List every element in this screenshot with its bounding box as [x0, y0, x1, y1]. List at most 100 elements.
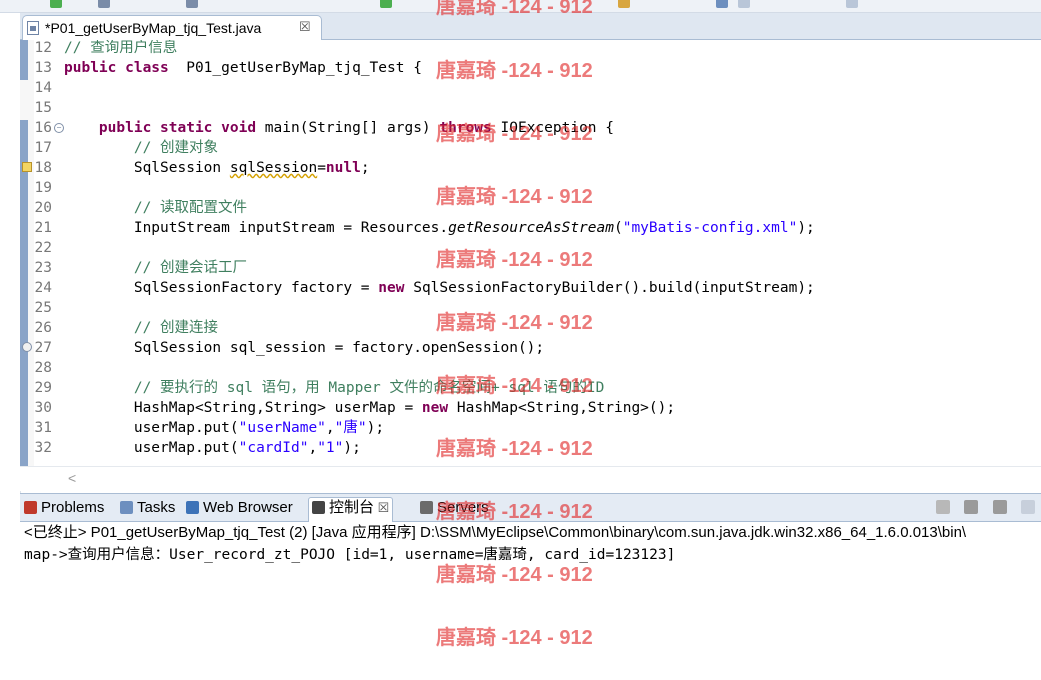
code-line[interactable]: 19: [20, 178, 1041, 198]
code-line[interactable]: 18 SqlSession sqlSession=null;: [20, 158, 1041, 178]
code-line[interactable]: 13 public class P01_getUserByMap_tjq_Test…: [20, 58, 1041, 78]
code-line[interactable]: 25: [20, 298, 1041, 318]
line-number: 32: [34, 440, 52, 456]
code-text: HashMap<String,String> userMap = new Has…: [64, 400, 676, 416]
line-number: 14: [34, 80, 52, 96]
code-line[interactable]: 17 // 创建对象: [20, 138, 1041, 158]
close-tab-icon[interactable]: ☒: [299, 16, 311, 38]
code-line[interactable]: 16− public static void main(String[] arg…: [20, 118, 1041, 138]
left-trim: [0, 40, 21, 500]
servers-icon: [420, 501, 433, 514]
java-file-icon: [27, 21, 39, 35]
code-line[interactable]: 30 HashMap<String,String> userMap = new …: [20, 398, 1041, 418]
toolbar-debug-icon[interactable]: [98, 0, 110, 8]
line-number: 30: [34, 400, 52, 416]
clear-console-icon[interactable]: [1021, 499, 1035, 514]
line-number: 24: [34, 280, 52, 296]
toolbar-back-icon[interactable]: [846, 0, 858, 8]
code-line[interactable]: 20 // 读取配置文件: [20, 198, 1041, 218]
close-console-tab-icon[interactable]: ☒: [374, 500, 390, 515]
console-output: map->查询用户信息：User_record_zt_POJO [id=1, u…: [24, 547, 676, 563]
code-editor[interactable]: 12 // 查询用户信息 13 public class P01_getUserByM…: [20, 40, 1041, 466]
code-text: userMap.put("userName","唐");: [64, 420, 385, 436]
code-line[interactable]: 12 // 查询用户信息: [20, 40, 1041, 58]
editor-tab-bar: *P01_getUserByMap_tjq_Test.java ☒: [20, 13, 1041, 40]
code-text: // 创建对象: [133, 140, 219, 156]
panel-tab-label: Problems: [41, 499, 105, 516]
line-number: 17: [34, 140, 52, 156]
editor-horizontal-scrollbar[interactable]: <: [20, 466, 1041, 491]
code-text: // 查询用户信息: [64, 40, 178, 56]
panel-tab-label: Servers: [437, 499, 489, 516]
tasks-icon: [120, 501, 133, 514]
code-text: userMap.put("cardId","1");: [64, 440, 361, 456]
line-number: 18: [34, 160, 52, 176]
editor-tab[interactable]: *P01_getUserByMap_tjq_Test.java ☒: [22, 15, 322, 40]
code-text: InputStream inputStream = Resources.getR…: [64, 220, 815, 236]
console-icon: [312, 501, 325, 514]
code-line[interactable]: 29 // 要执行的 sql 语句，用 Mapper 文件的命名空间+ sql …: [20, 378, 1041, 398]
toolbar-run-icon[interactable]: [50, 0, 62, 8]
console-process-title: <已终止> P01_getUserByMap_tjq_Test (2) [Jav…: [24, 524, 967, 541]
editor-tab-title: *P01_getUserByMap_tjq_Test.java: [45, 20, 262, 36]
panel-tab-tasks[interactable]: Tasks: [120, 498, 175, 518]
code-line[interactable]: 24 SqlSessionFactory factory = new SqlSe…: [20, 278, 1041, 298]
line-number: 31: [34, 420, 52, 436]
fold-toggle-icon[interactable]: −: [54, 123, 64, 133]
panel-tab-problems[interactable]: Problems: [24, 498, 104, 518]
panel-tab-label: Tasks: [137, 499, 176, 516]
toolbar-open-icon[interactable]: [618, 0, 630, 8]
toolbar-refresh-icon[interactable]: [380, 0, 392, 8]
panel-tab-servers[interactable]: Servers: [420, 498, 489, 518]
toolbar-perspective-icon[interactable]: [716, 0, 728, 8]
code-line[interactable]: 32 userMap.put("cardId","1");: [20, 438, 1041, 458]
code-text: public class P01_getUserByMap_tjq_Test {: [64, 60, 422, 76]
panel-tab-控制台[interactable]: 控制台 ☒: [308, 497, 394, 522]
toolbar-search-icon[interactable]: [186, 0, 198, 8]
bottom-left-trim: [0, 500, 20, 679]
line-number: 19: [34, 180, 52, 196]
line-number: 28: [34, 360, 52, 376]
panel-tab-bar: Problems Tasks Web Browser 控制台 ☒ Servers: [20, 494, 1041, 522]
code-text: // 创建会话工厂: [133, 260, 248, 276]
console-panel: Problems Tasks Web Browser 控制台 ☒ Servers <已终…: [20, 493, 1041, 680]
panel-tab-web-browser[interactable]: Web Browser: [186, 498, 293, 518]
code-text: public static void main(String[] args) t…: [98, 120, 614, 136]
line-number: 21: [34, 220, 52, 236]
problems-icon: [24, 501, 37, 514]
code-line[interactable]: 23 // 创建会话工厂: [20, 258, 1041, 278]
code-text: // 创建连接: [133, 320, 219, 336]
code-line[interactable]: 14: [20, 78, 1041, 98]
line-number: 15: [34, 100, 52, 116]
remove-all-icon[interactable]: [992, 499, 1007, 514]
line-number: 27: [34, 340, 52, 356]
console-toolbar: [926, 498, 1035, 518]
code-line[interactable]: 21 InputStream inputStream = Resources.g…: [20, 218, 1041, 238]
code-line[interactable]: 26 // 创建连接: [20, 318, 1041, 338]
terminate-icon[interactable]: [935, 499, 950, 514]
code-text: SqlSession sql_session = factory.openSes…: [64, 340, 545, 356]
panel-tab-label: Web Browser: [203, 499, 293, 516]
line-number: 25: [34, 300, 52, 316]
code-line[interactable]: 22: [20, 238, 1041, 258]
line-number: 22: [34, 240, 52, 256]
code-text: SqlSession sqlSession=null;: [64, 160, 370, 176]
main-toolbar: [0, 0, 1041, 13]
line-number: 23: [34, 260, 52, 276]
code-line[interactable]: 28: [20, 358, 1041, 378]
line-number: 12: [34, 40, 52, 56]
line-number: 29: [34, 380, 52, 396]
remove-launch-icon[interactable]: [964, 499, 979, 514]
code-text: SqlSessionFactory factory = new SqlSessi…: [64, 280, 815, 296]
line-number: 13: [34, 60, 52, 76]
line-number: 26: [34, 320, 52, 336]
scroll-left-icon[interactable]: <: [68, 470, 76, 486]
toolbar-layout-icon[interactable]: [738, 0, 750, 8]
panel-tab-label: 控制台: [329, 499, 375, 516]
line-number: 16: [34, 120, 52, 136]
code-text: // 读取配置文件: [133, 200, 248, 216]
code-line[interactable]: 27 SqlSession sql_session = factory.open…: [20, 338, 1041, 358]
code-line[interactable]: 15: [20, 98, 1041, 118]
code-line[interactable]: 31 userMap.put("userName","唐");: [20, 418, 1041, 438]
line-number: 20: [34, 200, 52, 216]
